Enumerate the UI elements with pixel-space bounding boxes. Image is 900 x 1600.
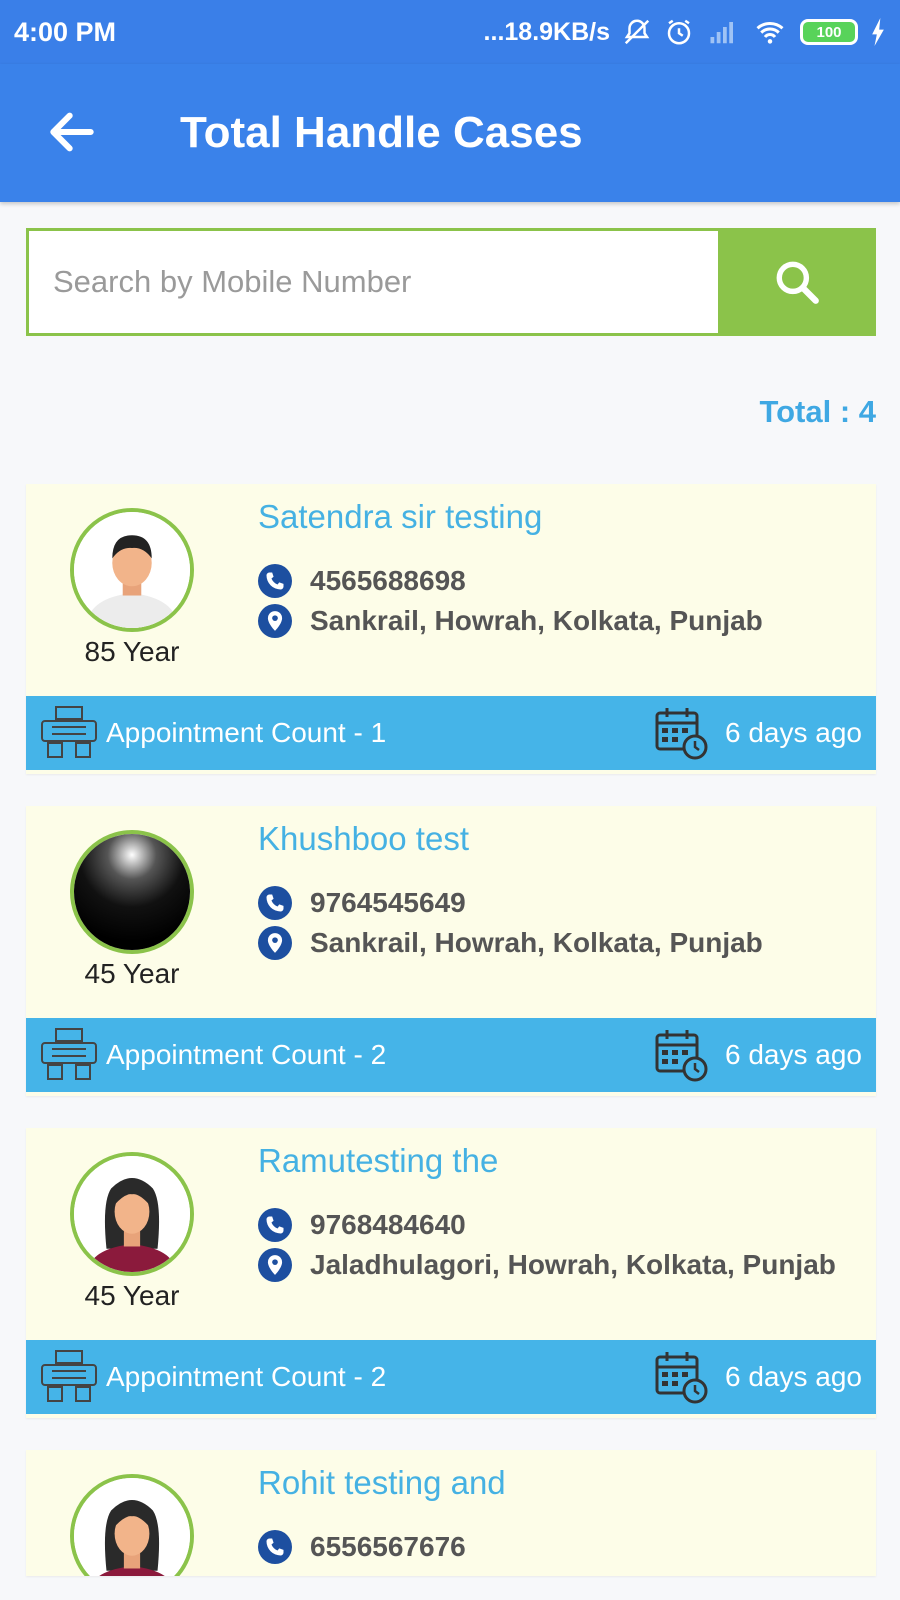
patient-age: 85 Year [84, 636, 180, 667]
calendar-clock-icon [655, 1030, 708, 1082]
phone-icon [258, 564, 292, 598]
search-bar [26, 228, 876, 336]
patient-age: 45 Year [84, 958, 180, 989]
patient-name: Rohit testing and [258, 1464, 506, 1501]
patient-age: 45 Year [84, 1280, 180, 1311]
phone-row: 4565688698 [258, 564, 466, 598]
location-row: Sankrail, Howrah, Kolkata, Punjab [258, 604, 763, 638]
calendar-clock-icon [655, 1352, 708, 1404]
case-card[interactable]: Rohit testing and 6556567676 [26, 1450, 876, 1576]
card-footer: Appointment Count - 1 6 days ago [26, 696, 876, 770]
phone-number: 9764545649 [310, 887, 466, 918]
patient-name: Satendra sir testing [258, 498, 543, 535]
status-time: 4:00 PM [14, 16, 117, 47]
page-title: Total Handle Cases [180, 108, 583, 157]
female-avatar [70, 1474, 194, 1576]
back-arrow-icon[interactable] [44, 104, 100, 160]
location-text: Sankrail, Howrah, Kolkata, Punjab [310, 605, 763, 636]
wifi-icon [756, 21, 784, 44]
status-bar: 4:00 PM ...18.9KB/s 100 [0, 0, 900, 64]
phone-number: 6556567676 [310, 1531, 466, 1562]
location-row: Sankrail, Howrah, Kolkata, Punjab [258, 926, 763, 960]
case-card[interactable]: 45 Year Ramutesting the 9768484640 Jalad… [26, 1128, 876, 1418]
location-pin-icon [258, 1248, 292, 1282]
dark-photo-avatar [70, 830, 194, 954]
app-bar: Total Handle Cases [0, 64, 900, 202]
case-card[interactable]: 85 Year Satendra sir testing 4565688698 … [26, 484, 876, 774]
search-icon [776, 261, 819, 304]
phone-number: 9768484640 [310, 1209, 466, 1240]
male-avatar [70, 508, 194, 632]
phone-row: 9764545649 [258, 886, 466, 920]
search-button[interactable] [718, 228, 876, 336]
total-count: Total : 4 [759, 394, 876, 429]
status-icons: ...18.9KB/s 100 [484, 17, 886, 47]
phone-icon [258, 1530, 292, 1564]
signal-icon [710, 22, 733, 44]
charging-icon [872, 18, 884, 46]
card-footer: Appointment Count - 2 6 days ago [26, 1018, 876, 1092]
last-updated: 6 days ago [725, 1361, 862, 1392]
location-text: Sankrail, Howrah, Kolkata, Punjab [310, 927, 763, 958]
phone-number: 4565688698 [310, 565, 466, 596]
location-text: Jaladhulagori, Howrah, Kolkata, Punjab [310, 1249, 836, 1280]
card-footer: Appointment Count - 2 6 days ago [26, 1340, 876, 1414]
appointment-icon [41, 1028, 97, 1080]
phone-icon [258, 886, 292, 920]
alarm-icon [667, 19, 691, 45]
last-updated: 6 days ago [725, 717, 862, 748]
last-updated: 6 days ago [725, 1039, 862, 1070]
appointment-count: Appointment Count - 1 [106, 717, 387, 748]
location-pin-icon [258, 604, 292, 638]
patient-name: Khushboo test [258, 820, 469, 857]
location-row: Jaladhulagori, Howrah, Kolkata, Punjab [258, 1248, 836, 1282]
network-speed: ...18.9KB/s [483, 17, 610, 46]
appointment-icon [41, 706, 97, 758]
location-pin-icon [258, 926, 292, 960]
calendar-clock-icon [655, 708, 708, 760]
appointment-icon [41, 1350, 97, 1402]
phone-row: 6556567676 [258, 1530, 466, 1564]
patient-name: Ramutesting the [258, 1142, 499, 1179]
phone-icon [258, 1208, 292, 1242]
appointment-count: Appointment Count - 2 [106, 1039, 387, 1070]
mute-bell-icon [624, 19, 650, 45]
search-input[interactable] [29, 231, 718, 333]
phone-row: 9768484640 [258, 1208, 466, 1242]
case-card[interactable]: 45 Year Khushboo test 9764545649 Sankrai… [26, 806, 876, 1096]
appointment-count: Appointment Count - 2 [106, 1361, 387, 1392]
female-avatar [70, 1152, 194, 1276]
battery-icon: 100 [800, 19, 858, 45]
